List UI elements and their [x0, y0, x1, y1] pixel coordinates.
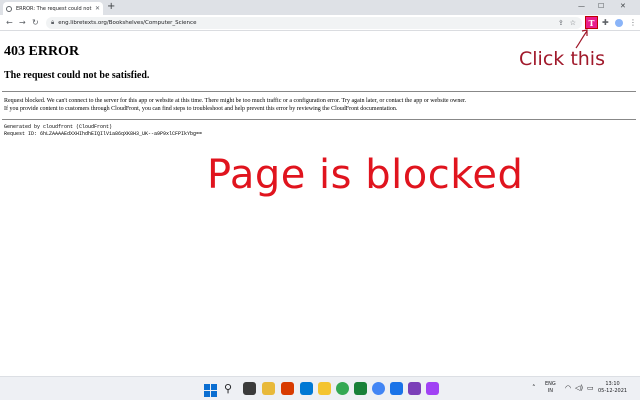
- language-indicator[interactable]: ENG IN: [545, 381, 556, 395]
- browser-toolbar: ← → ↻ 🔒︎ eng.libretexts.org/Bookshelves/…: [0, 15, 640, 31]
- clock-time: 13:10: [605, 381, 620, 387]
- chrome-profile-icon[interactable]: [372, 382, 385, 395]
- app-icon-2[interactable]: [426, 382, 439, 395]
- search-icon[interactable]: ⚲: [224, 382, 237, 395]
- request-details: Generated by cloudfront (CloudFront) Requ…: [4, 124, 202, 138]
- error-heading: 403 ERROR: [4, 44, 80, 59]
- wifi-icon[interactable]: ◠: [565, 384, 571, 392]
- start-icon[interactable]: [204, 382, 217, 397]
- store-icon[interactable]: [318, 382, 331, 395]
- minimize-icon[interactable]: —: [578, 1, 585, 12]
- menu-icon[interactable]: ⋮: [629, 17, 637, 29]
- chrome-icon[interactable]: [336, 382, 349, 395]
- clock[interactable]: 13:10 05-12-2021: [598, 381, 627, 395]
- office-icon[interactable]: [281, 382, 294, 395]
- address-bar[interactable]: 🔒︎ eng.libretexts.org/Bookshelves/Comput…: [46, 17, 582, 29]
- maximize-icon[interactable]: ☐: [598, 1, 604, 12]
- word-icon[interactable]: [390, 382, 403, 395]
- profile-avatar[interactable]: [615, 19, 623, 27]
- excel-icon[interactable]: [354, 382, 367, 395]
- chevron-up-icon[interactable]: ˄: [532, 384, 536, 392]
- message-line-1: Request blocked. We can't connect to the…: [4, 98, 467, 104]
- extensions-puzzle-icon[interactable]: ✚: [602, 17, 609, 29]
- error-message: Request blocked. We can't connect to the…: [4, 97, 564, 113]
- share-icon[interactable]: ⇪: [558, 19, 564, 27]
- forward-icon[interactable]: →: [19, 17, 26, 29]
- language-top: ENG: [545, 381, 556, 387]
- browser-tab[interactable]: ERROR: The request could not be ✕: [3, 2, 103, 15]
- divider-top: [2, 91, 636, 92]
- back-icon[interactable]: ←: [6, 17, 13, 29]
- task-view-icon[interactable]: [243, 382, 256, 395]
- page-blocked-annotation: Page is blocked: [207, 152, 524, 198]
- tab-favicon-icon: [6, 5, 12, 12]
- language-bottom: IN: [547, 388, 553, 394]
- tab-close-icon[interactable]: ✕: [95, 5, 100, 12]
- app-icon[interactable]: [408, 382, 421, 395]
- window-close-icon[interactable]: ✕: [620, 1, 626, 12]
- click-this-annotation: Click this: [519, 48, 605, 70]
- taskbar: ⚲ ˄ ENG IN ◠ ◁) ▭ 13:10 05-12-2021: [0, 376, 640, 400]
- new-tab-icon[interactable]: +: [107, 1, 115, 13]
- file-explorer-icon[interactable]: [262, 382, 275, 395]
- clock-date: 05-12-2021: [598, 388, 628, 394]
- message-line-2: If you provide content to customers thro…: [4, 106, 398, 112]
- edge-icon[interactable]: [300, 382, 313, 395]
- error-subheading: The request could not be satisfied.: [4, 70, 150, 81]
- tab-strip: ERROR: The request could not be ✕ + — ☐ …: [0, 0, 640, 15]
- generated-by-text: Generated by cloudfront (CloudFront): [4, 124, 113, 130]
- url-text[interactable]: eng.libretexts.org/Bookshelves/Computer_…: [58, 20, 558, 26]
- battery-icon[interactable]: ▭: [587, 384, 594, 392]
- lock-icon[interactable]: 🔒︎: [51, 19, 54, 27]
- reload-icon[interactable]: ↻: [32, 17, 39, 29]
- tab-title: ERROR: The request could not be: [16, 5, 93, 12]
- request-id-text: Request ID: 6hLZAAAAEdXXHIhdhEIQIlV1a86q…: [4, 131, 203, 137]
- divider-bottom: [2, 119, 636, 120]
- pointer-arrow-icon: [575, 29, 588, 49]
- volume-icon[interactable]: ◁): [575, 384, 583, 392]
